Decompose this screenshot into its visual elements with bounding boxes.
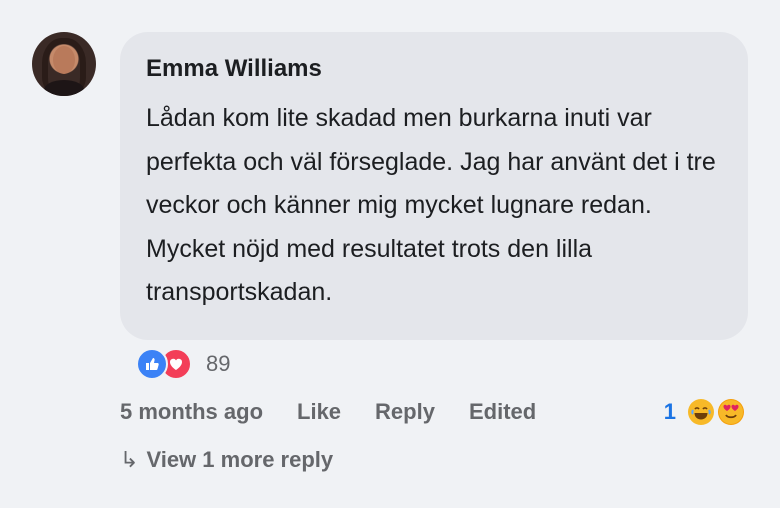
reactions-summary[interactable]: 89 xyxy=(136,348,230,380)
laughing-emoji-icon xyxy=(688,399,714,425)
reply-reaction-count: 1 xyxy=(663,399,676,424)
timestamp[interactable]: 5 months ago xyxy=(120,399,263,425)
comment-text: Lådan kom lite skadad men burkarna inuti… xyxy=(146,104,716,306)
heart-eyes-emoji-icon xyxy=(718,399,744,425)
reply-button[interactable]: Reply xyxy=(375,399,435,425)
author-avatar[interactable] xyxy=(32,32,96,96)
reaction-count: 89 xyxy=(206,351,231,376)
like-button[interactable]: Like xyxy=(297,399,341,425)
avatar-face xyxy=(53,46,75,74)
edited-label: Edited xyxy=(468,399,537,424)
author-name[interactable]: Emma Williams xyxy=(146,54,724,84)
view-more-replies[interactable]: ↳ View 1 more reply xyxy=(120,444,333,476)
reply-reactions[interactable]: 1 xyxy=(664,396,744,428)
like-icon xyxy=(136,348,168,380)
comment-bubble: Emma Williams Lådan kom lite skadad men … xyxy=(120,32,748,340)
avatar-shirt xyxy=(44,80,84,96)
view-more-label[interactable]: View 1 more reply xyxy=(146,447,333,473)
comment-actions: 5 months ago Like Reply Edited xyxy=(120,396,570,428)
reply-arrow-icon: ↳ xyxy=(120,447,139,472)
